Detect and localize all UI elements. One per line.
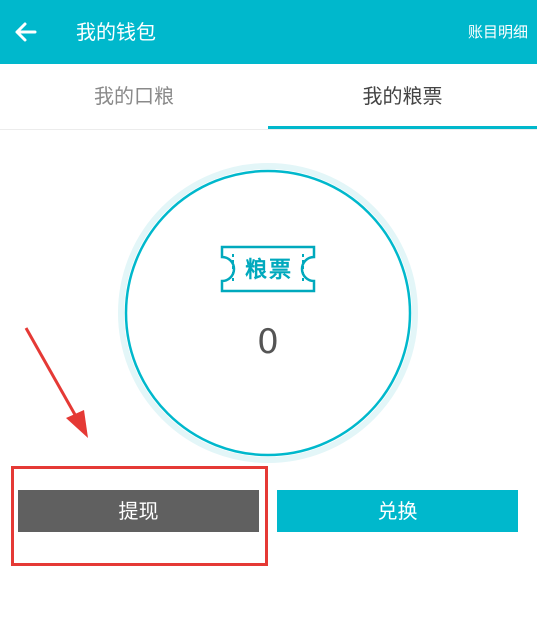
wallet-page: 我的钱包 账目明细 我的口粮 我的粮票 粮票 0 提现 兑换 (0, 0, 537, 620)
annotation-arrow (24, 327, 88, 438)
balance-value: 0 (257, 322, 279, 362)
exchange-button[interactable]: 兑换 (277, 490, 518, 532)
balance-circle (124, 169, 412, 457)
annotation-highlight-box (11, 466, 268, 566)
ticket-label: 粮票 (244, 257, 293, 283)
